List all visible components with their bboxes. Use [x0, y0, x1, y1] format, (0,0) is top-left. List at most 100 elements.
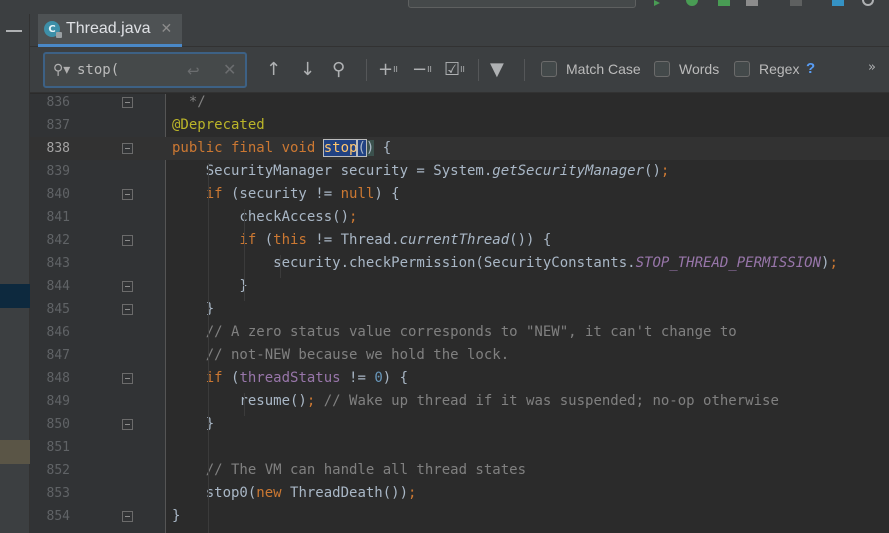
code-line[interactable]: 845 }: [30, 298, 889, 321]
filter-icon[interactable]: ▼: [490, 58, 504, 82]
code-line[interactable]: 844 }: [30, 275, 889, 298]
coverage-icon[interactable]: [718, 0, 730, 6]
words-checkbox[interactable]: Words: [654, 61, 719, 77]
run-icon[interactable]: [654, 0, 660, 6]
code-line[interactable]: 854}: [30, 505, 889, 528]
search-everywhere-icon[interactable]: [862, 0, 874, 6]
run-configuration-select[interactable]: [408, 0, 636, 8]
code-line[interactable]: 836 */: [30, 94, 889, 114]
code-line[interactable]: 853 stop0(new ThreadDeath());: [30, 482, 889, 505]
code-line[interactable]: 847 // not-NEW because we hold the lock.: [30, 344, 889, 367]
code-line[interactable]: 839 SecurityManager security = System.ge…: [30, 160, 889, 183]
clear-icon[interactable]: ✕: [223, 60, 236, 79]
words-box[interactable]: [654, 61, 670, 77]
indent-guide: [280, 255, 281, 278]
line-number: 836: [46, 95, 70, 110]
fold-marker-icon[interactable]: [122, 235, 133, 246]
code-line[interactable]: 848 if (threadStatus != 0) {: [30, 367, 889, 390]
editor-tab-bar: C Thread.java ✕: [30, 14, 889, 47]
search-history-icon[interactable]: ⚲▾: [53, 62, 77, 78]
class-icon: C: [44, 21, 62, 38]
line-number: 852: [46, 463, 70, 478]
code-token: SecurityManager security = System.: [172, 163, 493, 179]
code-line[interactable]: 840 if (security != null) {: [30, 183, 889, 206]
code-token: ;: [349, 209, 358, 225]
project-tool-window-strip: [0, 14, 30, 533]
fold-marker-icon[interactable]: [122, 304, 133, 315]
code-line[interactable]: 852 // The VM can handle all thread stat…: [30, 459, 889, 482]
fold-marker-icon[interactable]: [122, 511, 133, 522]
code-editor[interactable]: 836 */ 837 @Deprecated 838 public final void…: [30, 94, 889, 533]
fold-marker-icon[interactable]: [122, 419, 133, 430]
fold-marker-icon[interactable]: [122, 373, 133, 384]
regex-checkbox[interactable]: Regex: [734, 61, 799, 77]
project-structure-icon[interactable]: [832, 0, 844, 6]
unselect-occurrence-icon[interactable]: −II: [412, 58, 432, 82]
fold-marker-icon[interactable]: [122, 189, 133, 200]
stop-icon[interactable]: [790, 0, 802, 6]
debug-icon[interactable]: [686, 0, 698, 6]
code-text: resume(); // Wake up thread if it was su…: [172, 390, 778, 413]
code-line[interactable]: 838 public final void stop() {: [30, 137, 889, 160]
search-match: (: [356, 139, 367, 157]
match-case-label: Match Case: [566, 61, 641, 77]
code-line[interactable]: 851: [30, 436, 889, 459]
code-token: this: [273, 232, 307, 248]
code-line[interactable]: 843 security.checkPermission(SecurityCon…: [30, 252, 889, 275]
highlighted-tree-row[interactable]: [0, 440, 30, 464]
fold-marker-icon[interactable]: [122, 281, 133, 292]
search-field[interactable]: ⚲▾ ↩ ✕: [43, 52, 247, 88]
line-number: 850: [46, 417, 70, 432]
regex-help-link[interactable]: ?: [806, 60, 815, 77]
regex-box[interactable]: [734, 61, 750, 77]
more-options-icon[interactable]: »: [868, 60, 876, 75]
new-line-icon[interactable]: ↩: [187, 62, 200, 80]
selected-tree-row[interactable]: [0, 284, 30, 308]
code-text: }: [172, 275, 248, 298]
code-text: if (this != Thread.currentThread()) {: [172, 229, 551, 252]
toolbar-separator: [366, 59, 367, 81]
collapse-icon[interactable]: [6, 30, 22, 32]
fold-marker-icon[interactable]: [122, 97, 133, 108]
line-number: 843: [46, 256, 70, 271]
line-number: 842: [46, 233, 70, 248]
code-text: */: [172, 94, 206, 114]
code-text: security.checkPermission(SecurityConstan…: [172, 252, 838, 275]
match-case-box[interactable]: [541, 61, 557, 77]
tab-thread-java[interactable]: C Thread.java ✕: [38, 14, 183, 47]
code-line[interactable]: 841 checkAccess();: [30, 206, 889, 229]
code-token: // A zero status value corresponds to "N…: [172, 324, 737, 340]
code-token: currentThread: [399, 232, 510, 248]
code-line[interactable]: 842 if (this != Thread.currentThread()) …: [30, 229, 889, 252]
code-token: }: [172, 508, 181, 524]
line-number: 839: [46, 164, 70, 179]
code-token: public final void: [172, 140, 324, 156]
code-line[interactable]: 850 }: [30, 413, 889, 436]
select-all-icon[interactable]: ☑II: [444, 58, 465, 82]
indent-guide: [208, 163, 209, 533]
line-number: 849: [46, 394, 70, 409]
fold-marker-icon[interactable]: [122, 143, 133, 154]
code-token: ) {: [374, 186, 400, 202]
code-text: // not-NEW because we hold the lock.: [172, 344, 509, 367]
code-text: public final void stop() {: [172, 137, 391, 160]
code-token: 0: [374, 370, 383, 386]
profile-icon[interactable]: [746, 0, 758, 6]
code-token: threadStatus: [239, 370, 341, 386]
previous-occurrence-icon[interactable]: ↑: [266, 58, 281, 82]
code-line[interactable]: 849 resume(); // Wake up thread if it wa…: [30, 390, 889, 413]
code-line[interactable]: 837 @Deprecated: [30, 114, 889, 137]
code-line[interactable]: 846 // A zero status value corresponds t…: [30, 321, 889, 344]
line-number: 837: [46, 118, 70, 133]
match-case-checkbox[interactable]: Match Case: [541, 61, 641, 77]
code-token: ()) {: [509, 232, 552, 248]
code-token: !=: [340, 370, 375, 386]
search-input[interactable]: [77, 62, 177, 78]
code-token: }: [172, 278, 248, 294]
close-icon[interactable]: ✕: [161, 21, 173, 37]
code-token: stop0(: [172, 485, 257, 501]
select-all-occurrences-icon[interactable]: ⚲: [332, 58, 345, 82]
next-occurrence-icon[interactable]: ↓: [300, 58, 315, 82]
add-selection-icon[interactable]: +II: [378, 58, 398, 82]
